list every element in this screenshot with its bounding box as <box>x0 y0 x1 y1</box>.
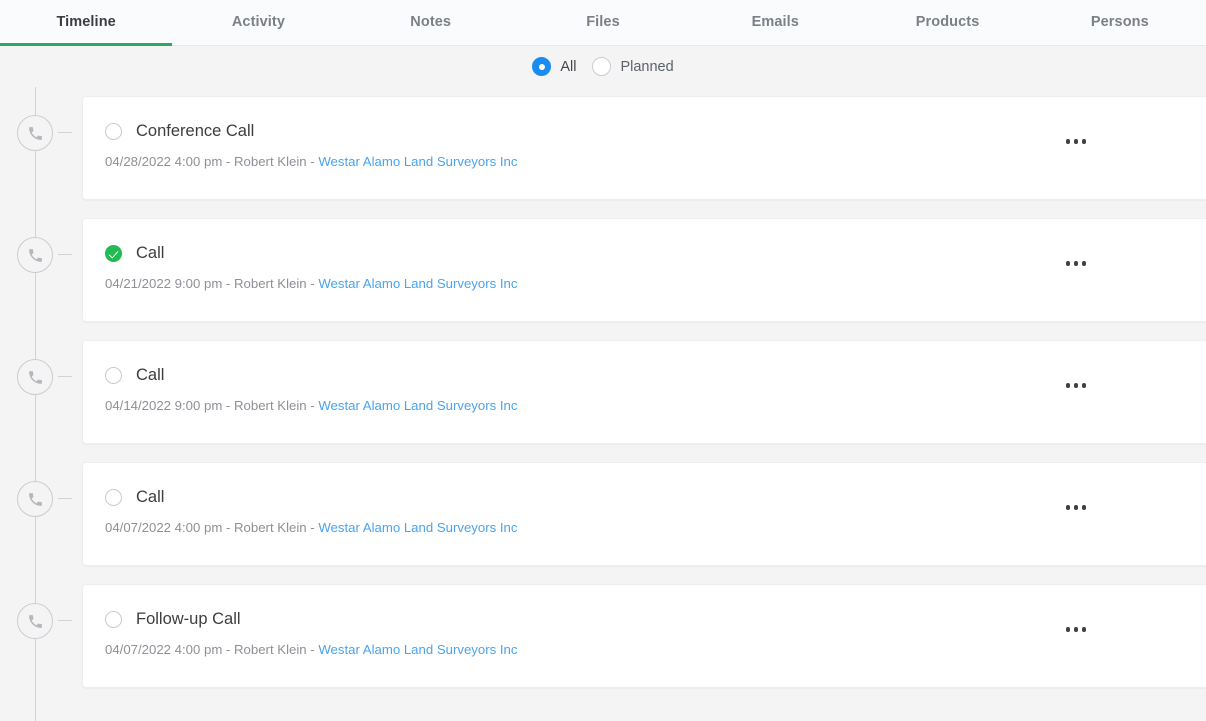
company-link[interactable]: Westar Alamo Land Surveyors Inc <box>318 276 517 291</box>
kebab-menu-icon[interactable] <box>1062 501 1091 514</box>
tab-activity[interactable]: Activity <box>172 0 344 45</box>
timeline-connector <box>58 620 72 621</box>
kebab-menu-icon[interactable] <box>1062 135 1091 148</box>
tab-label: Timeline <box>56 13 116 30</box>
company-link[interactable]: Westar Alamo Land Surveyors Inc <box>318 642 517 657</box>
kebab-menu-icon[interactable] <box>1062 379 1091 392</box>
card-title: Call <box>136 488 165 507</box>
radio-selected-icon[interactable] <box>532 57 552 76</box>
timeline-list: Conference Call 04/28/2022 4:00 pm - Rob… <box>0 87 1206 721</box>
card-subtitle: 04/07/2022 4:00 pm - Robert Klein - West… <box>83 506 1206 535</box>
card-subtitle: 04/21/2022 9:00 pm - Robert Klein - West… <box>83 262 1206 291</box>
card-title: Follow-up Call <box>136 610 241 629</box>
phone-icon <box>17 603 53 639</box>
tab-label: Persons <box>1090 13 1149 30</box>
timeline-item: Follow-up Call 04/07/2022 4:00 pm - Robe… <box>0 575 1206 697</box>
card-title: Call <box>136 244 165 263</box>
card-header: Call <box>83 463 1206 506</box>
tab-persons[interactable]: Persons <box>1034 0 1206 45</box>
tab-label: Activity <box>231 13 286 30</box>
status-open-icon[interactable] <box>105 489 122 506</box>
company-link[interactable]: Westar Alamo Land Surveyors Inc <box>318 398 517 413</box>
phone-icon <box>17 481 53 517</box>
status-open-icon[interactable] <box>105 123 122 140</box>
card-header: Follow-up Call <box>83 585 1206 628</box>
phone-icon <box>17 115 53 151</box>
card-header: Conference Call <box>83 97 1206 140</box>
timeline-card[interactable]: Follow-up Call 04/07/2022 4:00 pm - Robe… <box>82 584 1206 688</box>
card-subtitle: 04/28/2022 4:00 pm - Robert Klein - West… <box>83 140 1206 169</box>
timeline-connector <box>58 376 72 377</box>
company-link[interactable]: Westar Alamo Land Surveyors Inc <box>318 154 517 169</box>
filter-radio-all[interactable]: All <box>532 57 576 76</box>
card-title: Call <box>136 366 165 385</box>
tab-label: Files <box>586 13 620 30</box>
tab-label: Emails <box>751 13 799 30</box>
timeline-card[interactable]: Conference Call 04/28/2022 4:00 pm - Rob… <box>82 96 1206 200</box>
filter-label-all: All <box>560 58 577 75</box>
phone-icon <box>17 237 53 273</box>
card-meta: 04/07/2022 4:00 pm - Robert Klein - <box>105 642 319 657</box>
card-header: Call <box>83 219 1206 262</box>
timeline-item: Call 04/14/2022 9:00 pm - Robert Klein -… <box>0 331 1206 453</box>
timeline-connector <box>58 254 72 255</box>
tab-emails[interactable]: Emails <box>689 0 861 45</box>
status-done-icon[interactable] <box>105 245 122 262</box>
timeline-card[interactable]: Call 04/14/2022 9:00 pm - Robert Klein -… <box>82 340 1206 444</box>
filter-label-planned: Planned <box>620 58 674 75</box>
tab-notes[interactable]: Notes <box>345 0 517 45</box>
company-link[interactable]: Westar Alamo Land Surveyors Inc <box>318 520 517 535</box>
timeline-connector <box>58 132 72 133</box>
radio-unselected-icon[interactable] <box>592 57 612 76</box>
tab-label: Products <box>915 13 980 30</box>
card-header: Call <box>83 341 1206 384</box>
card-meta: 04/07/2022 4:00 pm - Robert Klein - <box>105 520 319 535</box>
tab-products[interactable]: Products <box>861 0 1033 45</box>
kebab-menu-icon[interactable] <box>1062 257 1091 270</box>
tab-bar: Timeline Activity Notes Files Emails Pro… <box>0 0 1206 46</box>
card-subtitle: 04/07/2022 4:00 pm - Robert Klein - West… <box>83 628 1206 657</box>
timeline-item: Conference Call 04/28/2022 4:00 pm - Rob… <box>0 87 1206 209</box>
tab-files[interactable]: Files <box>517 0 689 45</box>
timeline-card[interactable]: Call 04/21/2022 9:00 pm - Robert Klein -… <box>82 218 1206 322</box>
status-open-icon[interactable] <box>105 367 122 384</box>
timeline-item: Call 04/07/2022 4:00 pm - Robert Klein -… <box>0 453 1206 575</box>
kebab-menu-icon[interactable] <box>1062 623 1091 636</box>
card-meta: 04/21/2022 9:00 pm - Robert Klein - <box>105 276 319 291</box>
timeline-connector <box>58 498 72 499</box>
filter-radio-planned[interactable]: Planned <box>592 57 674 76</box>
card-title: Conference Call <box>136 122 255 141</box>
card-subtitle: 04/14/2022 9:00 pm - Robert Klein - West… <box>83 384 1206 413</box>
tab-label: Notes <box>410 13 452 30</box>
tab-timeline[interactable]: Timeline <box>0 0 173 46</box>
status-open-icon[interactable] <box>105 611 122 628</box>
card-meta: 04/14/2022 9:00 pm - Robert Klein - <box>105 398 319 413</box>
timeline-card[interactable]: Call 04/07/2022 4:00 pm - Robert Klein -… <box>82 462 1206 566</box>
timeline-filter-bar: All Planned <box>0 46 1206 87</box>
phone-icon <box>17 359 53 395</box>
timeline-item: Call 04/21/2022 9:00 pm - Robert Klein -… <box>0 209 1206 331</box>
card-meta: 04/28/2022 4:00 pm - Robert Klein - <box>105 154 319 169</box>
